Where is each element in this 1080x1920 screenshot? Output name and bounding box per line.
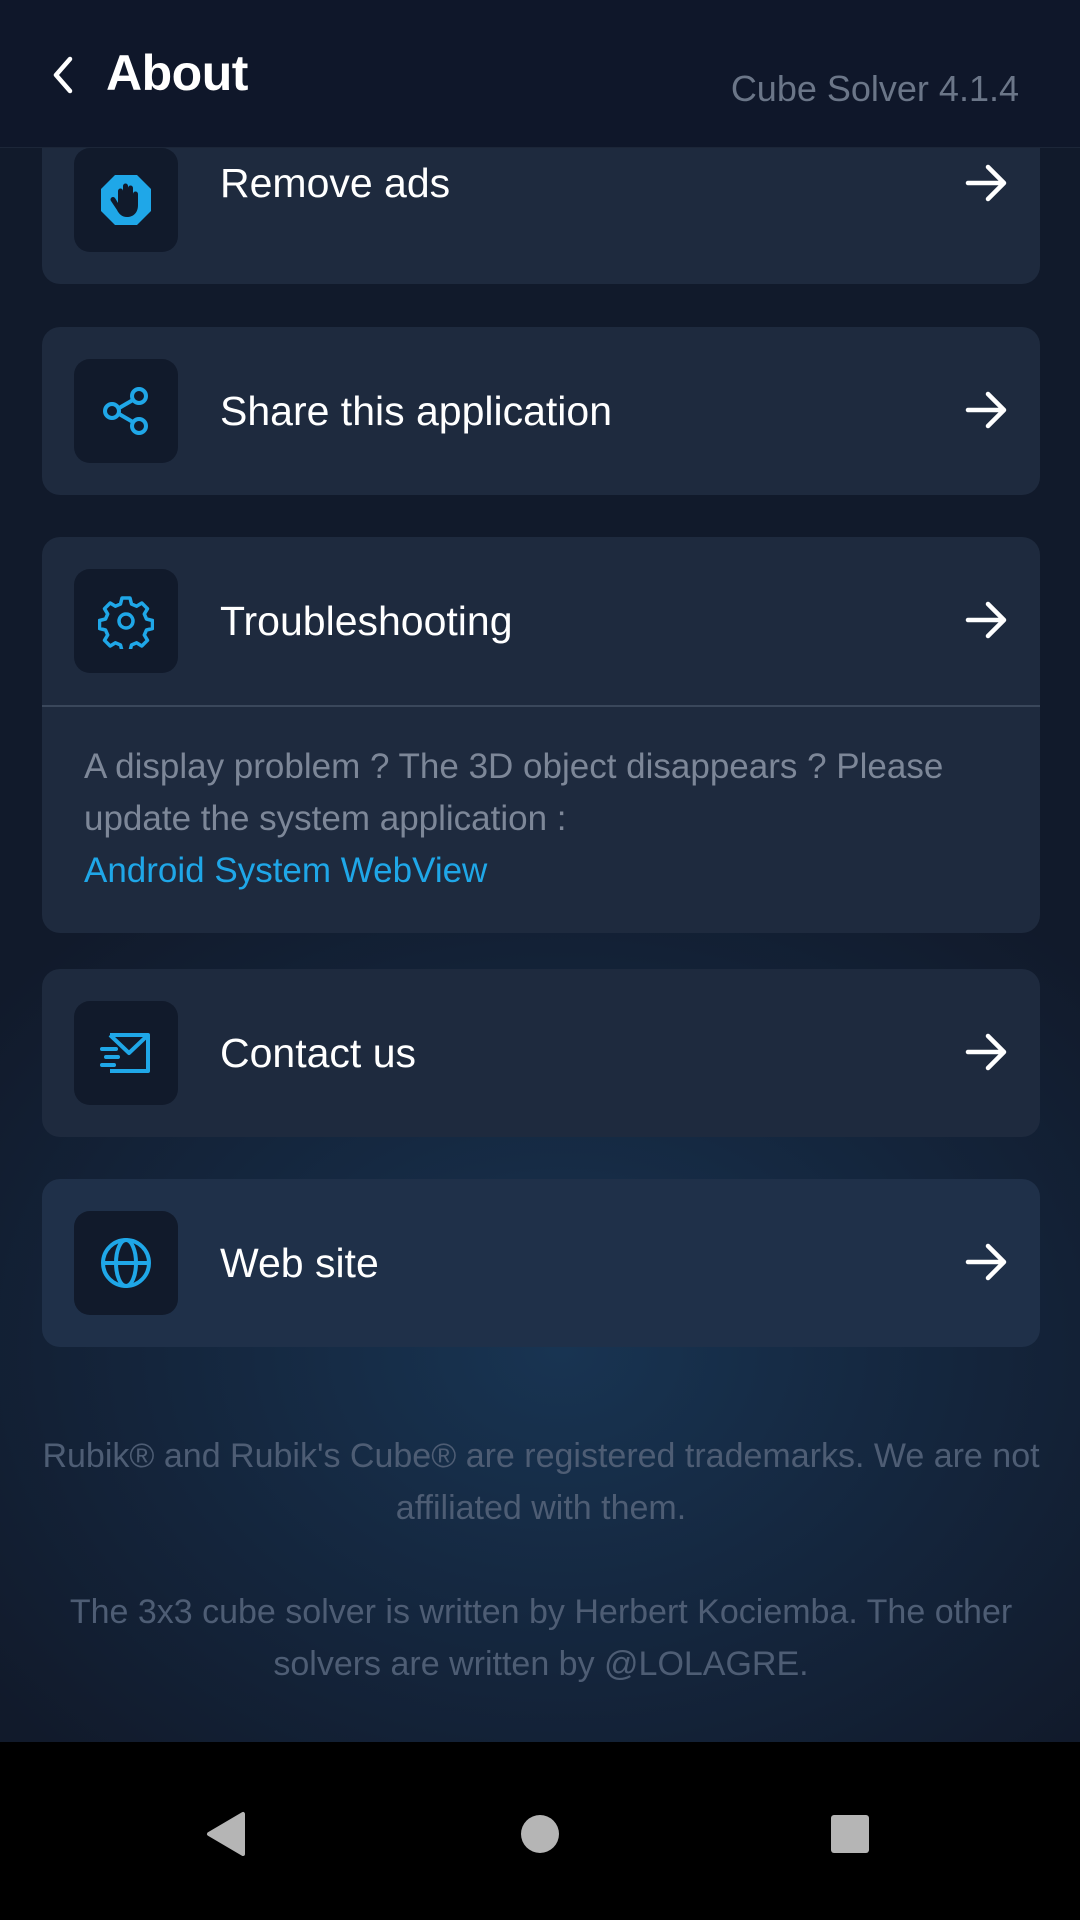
webview-link[interactable]: Android System WebView [84, 845, 998, 897]
share-label: Share this application [220, 388, 613, 434]
troubleshooting-row[interactable]: Troubleshooting [42, 537, 1040, 705]
top-app-bar: About Cube Solver 4.1.4 [0, 0, 1080, 148]
website-row[interactable]: Web site [42, 1179, 1040, 1347]
gear-icon [74, 569, 178, 673]
arrow-right-icon [965, 1033, 1007, 1071]
contact-row[interactable]: Contact us [42, 969, 1040, 1137]
share-card[interactable]: Share this application [42, 327, 1040, 495]
arrow-right-icon [965, 1243, 1007, 1281]
globe-icon [74, 1211, 178, 1315]
chevron-left-icon [53, 56, 73, 94]
website-label: Web site [220, 1240, 379, 1286]
nav-home-button[interactable] [500, 1794, 580, 1874]
hand-stop-icon [74, 148, 178, 252]
triangle-back-icon [207, 1812, 245, 1856]
app-version: Cube Solver 4.1.4 [730, 68, 1019, 109]
back-button[interactable] [38, 50, 88, 100]
trademark-text: Rubik® and Rubik's Cube® are registered … [42, 1437, 1040, 1527]
contact-label: Contact us [220, 1030, 416, 1076]
page-title: About [106, 45, 248, 101]
credits-text: The 3x3 cube solver is written by Herber… [69, 1593, 1013, 1683]
contact-card[interactable]: Contact us [42, 969, 1040, 1137]
square-recents-icon [831, 1815, 869, 1853]
website-card[interactable]: Web site [42, 1179, 1040, 1347]
arrow-right-icon [965, 164, 1007, 202]
nav-back-button[interactable] [186, 1794, 266, 1874]
troubleshooting-label: Troubleshooting [220, 598, 513, 644]
share-row[interactable]: Share this application [42, 327, 1040, 495]
arrow-right-icon [965, 601, 1007, 639]
share-icon [74, 359, 178, 463]
nav-recents-button[interactable] [810, 1794, 890, 1874]
troubleshooting-card[interactable]: Troubleshooting A display problem ? The … [42, 537, 1040, 933]
arrow-right-icon [965, 391, 1007, 429]
troubleshooting-note: A display problem ? The 3D object disapp… [42, 707, 1040, 933]
app-screen: Remove ads Share this application Troubl… [0, 0, 1080, 1742]
troubleshooting-note-text: A display problem ? The 3D object disapp… [84, 747, 944, 838]
mail-icon [74, 1001, 178, 1105]
circle-home-icon [521, 1815, 559, 1853]
system-nav-bar [0, 1742, 1080, 1920]
